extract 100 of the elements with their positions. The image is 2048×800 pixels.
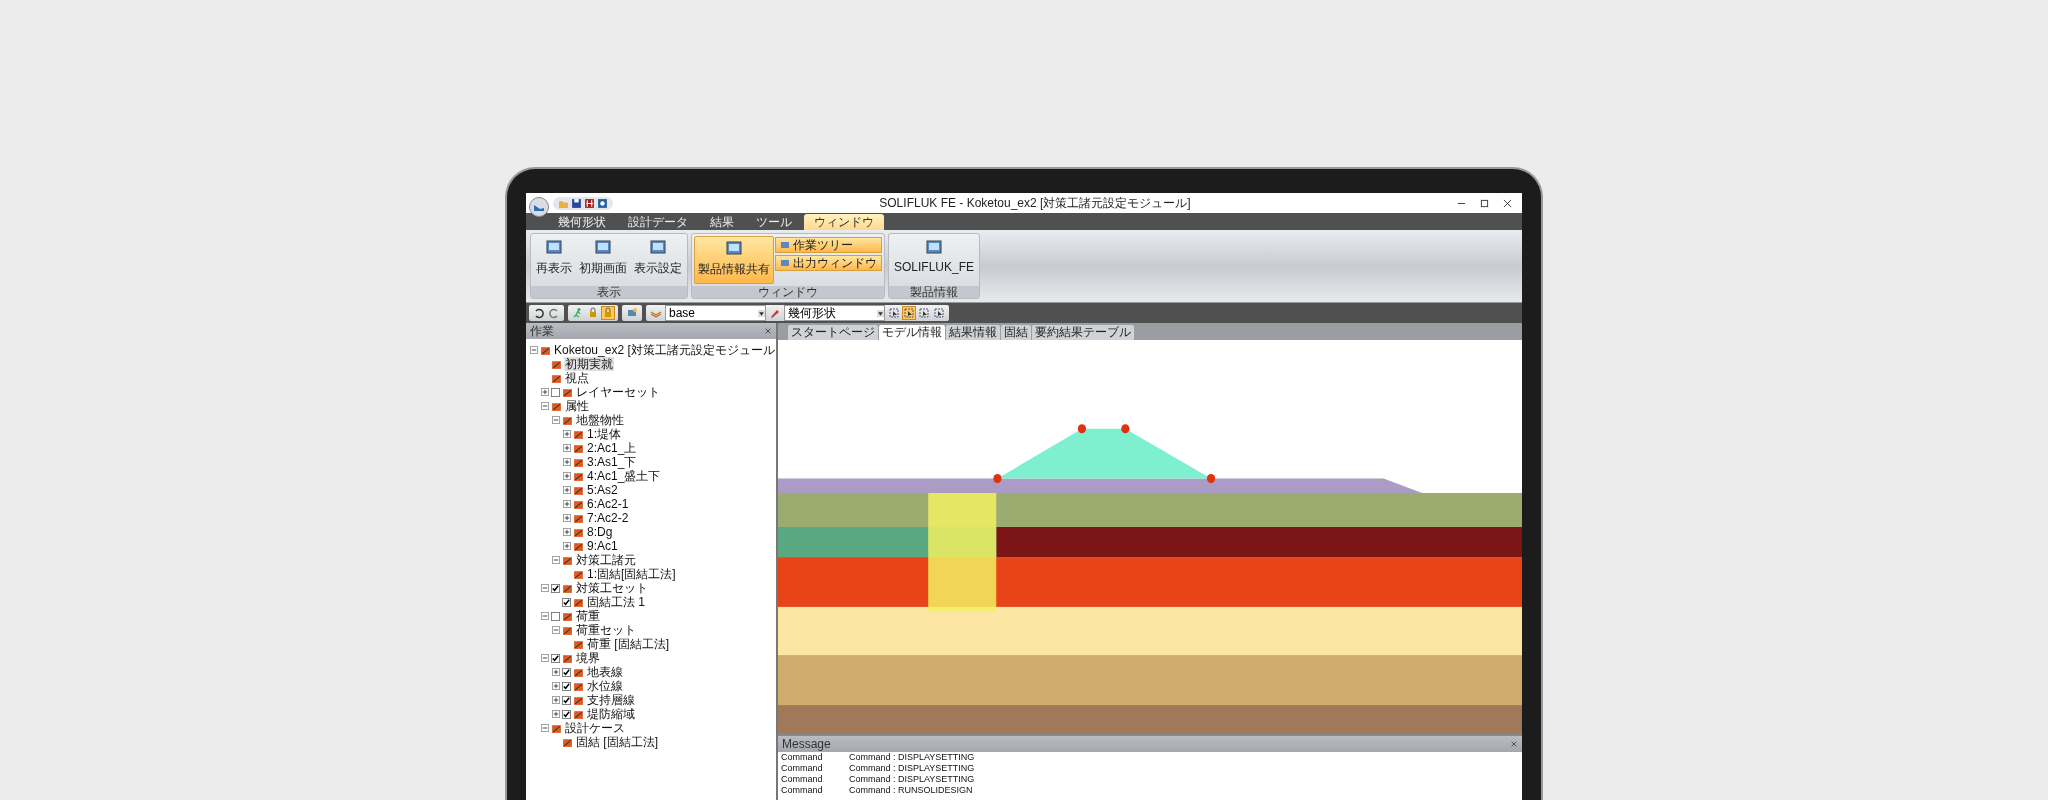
expand-icon[interactable] (552, 682, 560, 690)
tree-item[interactable]: 対策工諸元 (575, 553, 637, 567)
tree-item[interactable]: 地盤物性 (575, 413, 625, 427)
tree-item[interactable]: 荷重セット (575, 623, 637, 637)
collapse-icon[interactable] (541, 724, 549, 732)
collapse-icon[interactable] (530, 346, 538, 354)
tree-item[interactable]: 4:Ac1_盛土下 (586, 469, 662, 483)
ribbon-button[interactable]: 再表示 (533, 236, 575, 284)
ribbon-button[interactable]: 初期画面 (576, 236, 630, 284)
tree-item[interactable]: 固結 [固結工法] (575, 735, 659, 749)
dropdown-arrow-icon[interactable] (877, 309, 884, 317)
ribbon-tab[interactable]: ウィンドウ (804, 214, 884, 230)
tree-item[interactable]: 7:Ac2-2 (586, 511, 630, 525)
checkbox[interactable] (562, 681, 571, 691)
ribbon-tab[interactable]: 幾何形状 (548, 214, 616, 230)
tree-item[interactable]: 固結工法 1 (586, 595, 646, 609)
ribbon-button[interactable]: 製品情報共有 (694, 236, 774, 284)
checkbox[interactable] (562, 709, 571, 719)
tree-item[interactable]: 対策工セット (575, 581, 649, 595)
lock-icon[interactable] (587, 307, 599, 319)
grid-icon[interactable] (584, 197, 595, 209)
expand-icon[interactable] (563, 514, 571, 522)
tree-item[interactable]: 荷重 [固結工法] (586, 637, 670, 651)
collapse-icon[interactable] (541, 612, 549, 620)
checkbox[interactable] (562, 597, 571, 607)
app-logo-icon[interactable] (529, 197, 549, 217)
tree-item[interactable]: Koketou_ex2 [対策工諸元設定モジュール (553, 343, 776, 357)
tree-item[interactable]: 8:Dg (586, 525, 614, 539)
select-tool-icon[interactable] (888, 307, 900, 319)
tree-item[interactable]: 堤防縮域 (586, 707, 636, 721)
collapse-icon[interactable] (552, 416, 560, 424)
select-tool-icon[interactable] (903, 307, 915, 319)
ribbon-button[interactable]: 表示設定 (631, 236, 685, 284)
tree-item[interactable]: 属性 (564, 399, 590, 413)
checkbox[interactable] (551, 583, 560, 593)
expand-icon[interactable] (541, 388, 549, 396)
ribbon-button[interactable]: 出力ウィンドウ (775, 255, 882, 271)
checkbox[interactable] (551, 611, 560, 621)
expand-icon[interactable] (563, 472, 571, 480)
message-text: Command : RUNSOLIDESIGN (849, 785, 973, 796)
expand-icon[interactable] (563, 458, 571, 466)
checkbox[interactable] (562, 695, 571, 705)
ribbon-tab[interactable]: ツール (746, 214, 802, 230)
checkbox[interactable] (551, 653, 560, 663)
layer-dropdown[interactable]: base (665, 305, 766, 321)
redo-icon[interactable] (548, 307, 560, 319)
tree-item[interactable]: 支持層線 (586, 693, 636, 707)
select-tool-icon[interactable] (918, 307, 930, 319)
expand-icon[interactable] (563, 528, 571, 536)
dropdown-arrow-icon[interactable] (758, 309, 765, 317)
document-tab[interactable]: スタートページ (788, 325, 878, 340)
close-icon[interactable] (1510, 740, 1518, 748)
collapse-icon[interactable] (541, 654, 549, 662)
expand-icon[interactable] (563, 500, 571, 508)
collapse-icon[interactable] (552, 626, 560, 634)
tree-item[interactable]: レイヤーセット (575, 385, 661, 399)
expand-icon[interactable] (563, 430, 571, 438)
tree-item[interactable]: 3:As1_下 (586, 455, 638, 469)
ribbon-button[interactable]: SOLIFLUK_FE (891, 236, 978, 284)
node-icon (573, 540, 584, 552)
collapse-icon[interactable] (541, 402, 549, 410)
tree-item[interactable]: 視点 (564, 371, 590, 385)
expand-icon[interactable] (552, 710, 560, 718)
checkbox[interactable] (562, 667, 571, 677)
ribbon-button[interactable]: 作業ツリー (775, 237, 882, 253)
expand-icon[interactable] (563, 444, 571, 452)
collapse-icon[interactable] (552, 556, 560, 564)
ribbon-tab[interactable]: 結果 (700, 214, 744, 230)
close-icon[interactable] (1503, 198, 1512, 208)
tree-item[interactable]: 1:固結[固結工法] (586, 567, 677, 581)
document-tab[interactable]: モデル情報 (879, 325, 945, 340)
network-icon[interactable] (597, 197, 608, 209)
node-icon (573, 568, 584, 580)
tree-item[interactable]: 9:Ac1 (586, 539, 619, 553)
tree-item[interactable]: 設計ケース (564, 721, 626, 735)
tree-item[interactable]: 2:Ac1_上 (586, 441, 638, 455)
undo-icon[interactable] (533, 307, 545, 319)
expand-icon[interactable] (563, 542, 571, 550)
checkbox[interactable] (551, 387, 560, 397)
maximize-icon[interactable] (1480, 198, 1489, 208)
ribbon-tab[interactable]: 設計データ (618, 214, 698, 230)
expand-icon[interactable] (552, 668, 560, 676)
save-icon[interactable] (571, 197, 582, 209)
document-tab[interactable]: 固結 (1001, 325, 1031, 340)
tree-item[interactable]: 荷重 (575, 609, 601, 623)
close-icon[interactable] (764, 327, 772, 335)
document-tab[interactable]: 結果情報 (946, 325, 1000, 340)
tree-item[interactable]: 水位線 (586, 679, 624, 693)
tree-item[interactable]: 境界 (575, 651, 601, 665)
select-tool-icon[interactable] (933, 307, 945, 319)
view-dropdown[interactable]: 幾何形状 (784, 305, 885, 321)
collapse-icon[interactable] (541, 584, 549, 592)
tree-item[interactable]: 6:Ac2-1 (586, 497, 630, 511)
tree-item[interactable]: 1:堤体 (586, 427, 622, 441)
expand-icon[interactable] (552, 696, 560, 704)
document-tab[interactable]: 要約結果テーブル (1032, 325, 1134, 340)
tree-item[interactable]: 初期実就 (564, 357, 614, 371)
tree-item[interactable]: 5:As2 (586, 483, 619, 497)
tree-item[interactable]: 地表線 (586, 665, 624, 679)
expand-icon[interactable] (563, 486, 571, 494)
